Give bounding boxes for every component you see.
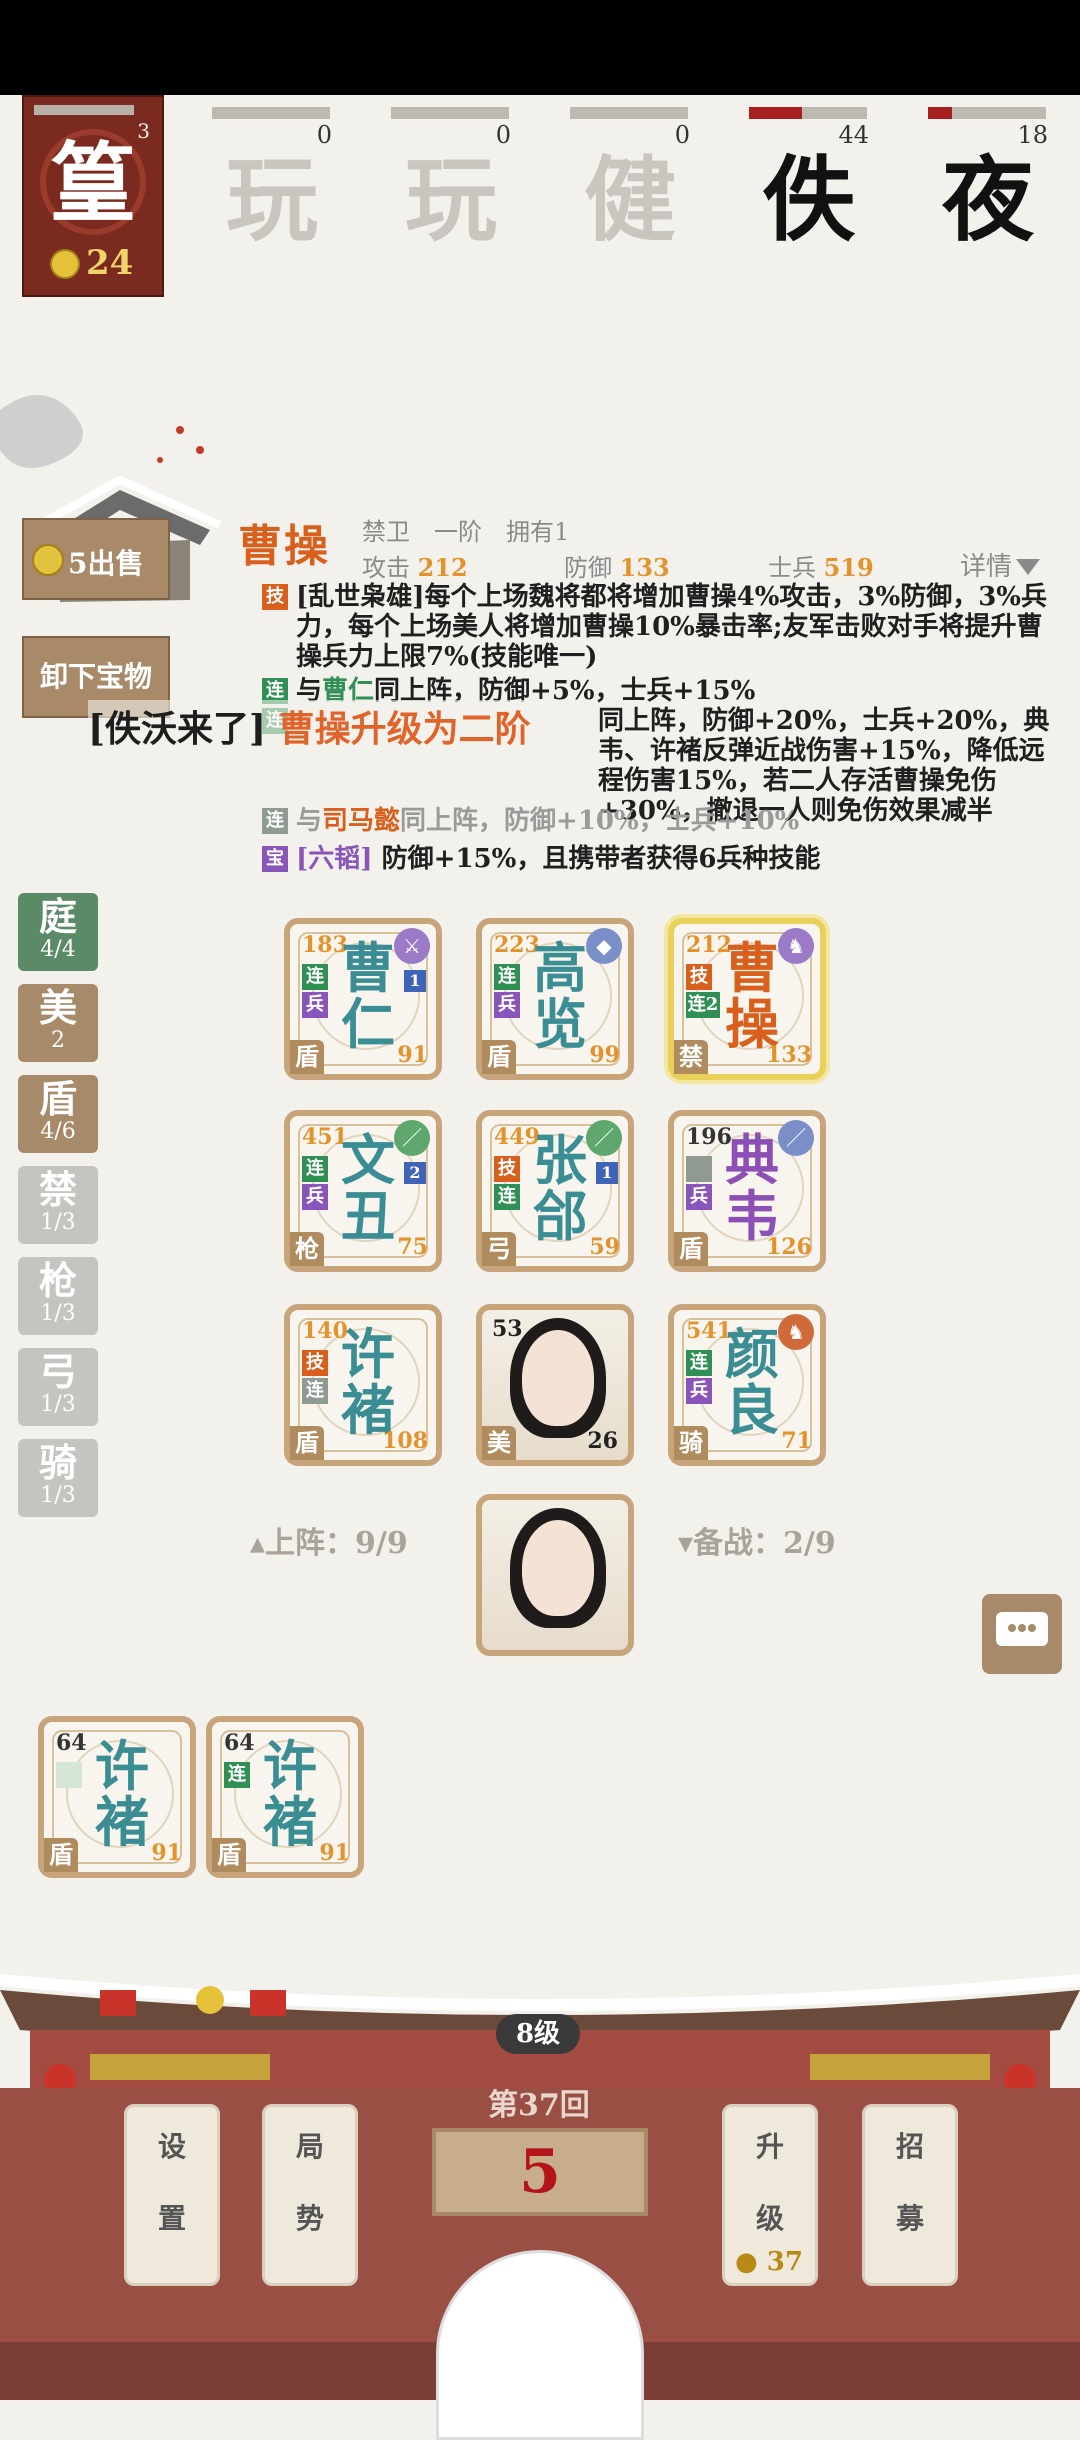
gold-amount: 24 bbox=[86, 243, 134, 283]
hero-tile-gaolan[interactable]: 223 ◆ 连 兵 高览 盾 99 bbox=[476, 918, 634, 1080]
category-ting[interactable]: 庭 4/4 bbox=[18, 893, 98, 971]
opponent-glyph: 玩 bbox=[225, 146, 318, 254]
opponent-3[interactable]: 0 健 bbox=[570, 105, 690, 255]
opponent-hp-bar bbox=[212, 107, 330, 119]
hero-tile-caocao-selected[interactable]: 212 ♞ 技 连2 曹操 禁 133 bbox=[668, 918, 826, 1080]
status-bar bbox=[0, 0, 1080, 95]
category-dun[interactable]: 盾 4/6 bbox=[18, 1075, 98, 1153]
opponent-5[interactable]: 18 夜 bbox=[928, 105, 1048, 255]
bench-tile-xuchu-1[interactable]: 64 许褚 盾 91 bbox=[38, 1716, 196, 1878]
hero-soldiers: 士兵 519 bbox=[768, 553, 874, 582]
recruit-button[interactable]: 招募 bbox=[862, 2104, 958, 2286]
skill-tag: 技 bbox=[262, 584, 288, 610]
opponent-hp-fill bbox=[749, 107, 803, 119]
gold-coin-icon bbox=[50, 249, 80, 279]
bench-count: ▾备战：2/9 bbox=[678, 1526, 836, 1561]
link-tag: 连 bbox=[262, 808, 288, 834]
chat-button[interactable] bbox=[982, 1594, 1062, 1674]
hero-tile-xuchu[interactable]: 140 技 连 许褚 盾 108 bbox=[284, 1304, 442, 1466]
opponent-hp-bar bbox=[928, 107, 1046, 119]
opponent-1[interactable]: 0 玩 bbox=[212, 105, 332, 255]
hero-name: 曹操 bbox=[238, 521, 330, 572]
opponent-glyph: 健 bbox=[583, 146, 676, 254]
hero-attack: 攻击 212 bbox=[362, 553, 468, 582]
player-glyph: 篁 bbox=[50, 133, 136, 234]
opponent-4[interactable]: 44 佚 bbox=[749, 105, 869, 255]
situation-button[interactable]: 局势 bbox=[262, 2104, 358, 2286]
round-number: 第37回 bbox=[488, 2088, 590, 2123]
opponent-glyph: 玩 bbox=[404, 146, 497, 254]
upgrade-button[interactable]: 升级 ● 37 bbox=[722, 2104, 818, 2286]
opponent-glyph: 佚 bbox=[762, 146, 855, 254]
upgrade-cost: ● 37 bbox=[735, 2247, 803, 2277]
system-toast: [佚沃来了] 曹操升级为二阶 bbox=[88, 700, 531, 752]
opponent-hp-bar bbox=[749, 107, 867, 119]
opponent-hp-bar bbox=[570, 107, 688, 119]
opponent-hp-bar bbox=[391, 107, 509, 119]
hero-tile-caoren[interactable]: 183 ⚔ 1 连 兵 曹仁 盾 91 bbox=[284, 918, 442, 1080]
beauty-portrait-tile[interactable]: 53 26 美 bbox=[476, 1304, 634, 1466]
opponent-2[interactable]: 0 玩 bbox=[391, 105, 511, 255]
category-qi[interactable]: 骑 1/3 bbox=[18, 1439, 98, 1517]
skill-line: 技 [乱世枭雄]每个上场魏将都将增加曹操4%攻击，3%防御，3%兵力，每个上场美… bbox=[262, 582, 1052, 672]
sell-price: 5 bbox=[68, 547, 88, 580]
category-mei[interactable]: 美2 bbox=[18, 984, 98, 1062]
gold-coin-icon bbox=[32, 544, 64, 576]
triangle-down-icon bbox=[1016, 559, 1041, 575]
hero-tile-dianwei[interactable]: 196 ／ 兵 典韦 盾 126 bbox=[668, 1110, 826, 1272]
hero-tile-yanliang[interactable]: 541 ♞ 连 兵 颜良 骑 71 bbox=[668, 1304, 826, 1466]
treasure-line: 宝 [六韬] 防御+15%，且携带者获得6兵种技能 bbox=[262, 844, 1052, 874]
portrait-face bbox=[522, 1520, 594, 1616]
player-hp-bar bbox=[34, 105, 134, 115]
sell-label: 出售 bbox=[87, 547, 144, 580]
detail-toggle[interactable]: 详情 bbox=[960, 546, 1041, 583]
hero-defense: 防御 133 bbox=[564, 553, 670, 582]
hero-tile-zhanghe[interactable]: 449 ／ 1 技 连 张郃 弓 59 bbox=[476, 1110, 634, 1272]
category-qiang[interactable]: 枪 1/3 bbox=[18, 1257, 98, 1335]
countdown-timer: 5 bbox=[432, 2128, 648, 2216]
opponent-glyph: 夜 bbox=[941, 146, 1034, 254]
hero-subtitle: 禁卫 一阶 拥有1 bbox=[362, 518, 570, 546]
treasure-tag: 宝 bbox=[262, 846, 288, 872]
bench-tile-xuchu-2[interactable]: 64 连 许褚 盾 91 bbox=[206, 1716, 364, 1878]
category-gong[interactable]: 弓 1/3 bbox=[18, 1348, 98, 1426]
hero-tile-wenchou[interactable]: 451 ／ 2 连 兵 文丑 枪 75 bbox=[284, 1110, 442, 1272]
portrait-face bbox=[522, 1330, 594, 1426]
beauty-portrait-card[interactable] bbox=[476, 1494, 634, 1656]
settings-button[interactable]: 设置 bbox=[124, 2104, 220, 2286]
on-field-count: ▴上阵：9/9 bbox=[250, 1526, 408, 1561]
skill-text: [乱世枭雄]每个上场魏将都将增加曹操4%攻击，3%防御，3%兵力，每个上场美人将… bbox=[296, 582, 1047, 672]
player-card[interactable]: 3 篁 24 bbox=[22, 95, 164, 297]
opponent-hp-fill bbox=[928, 107, 952, 119]
sell-button[interactable]: 5出售 bbox=[22, 518, 170, 600]
category-jin[interactable]: 禁 1/3 bbox=[18, 1166, 98, 1244]
link-line-3: 连 与司马懿同上阵，防御+10%，士兵+10% bbox=[262, 806, 1052, 836]
player-level: 8级 bbox=[496, 2014, 580, 2054]
